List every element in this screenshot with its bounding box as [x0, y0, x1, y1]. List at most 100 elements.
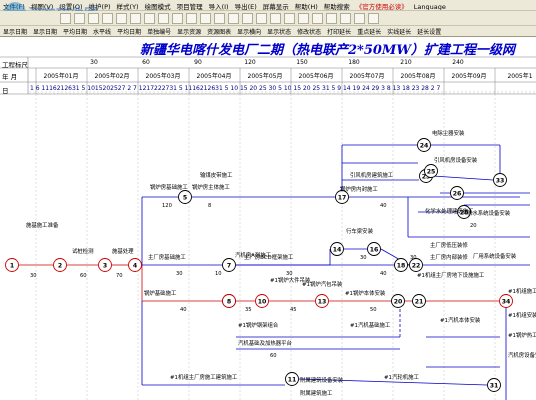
duration-label: 30 [360, 255, 367, 261]
node-number: 3 [103, 262, 107, 269]
activity-label: 主厂房内部装修 [430, 253, 468, 261]
node-number: 24 [420, 142, 429, 149]
node-number: 13 [318, 298, 327, 305]
menu-import[interactable]: 导入(I) [206, 0, 232, 10]
duration-label: 30 [286, 271, 293, 277]
menu-screen[interactable]: 屏幕显示 [260, 0, 292, 10]
duration-label: 60 [270, 353, 277, 359]
activity-label: 试桩检测 [72, 247, 94, 255]
activity-label: #1锅炉热工 [508, 331, 536, 339]
activity-label: 施基处理 [112, 247, 134, 255]
duration-label: 30 [176, 271, 183, 277]
menu-help-search[interactable]: 帮助搜索 [321, 0, 353, 10]
node-number: 16 [370, 246, 379, 253]
duration-label: 30 [410, 255, 417, 261]
node-number: 33 [496, 177, 505, 184]
activity-label: 电除尘器安装 [432, 129, 465, 137]
copy-icon[interactable] [130, 13, 141, 24]
activity-label: 锅炉房内封施工 [340, 185, 378, 193]
activity-label: 施基施工准备 [26, 221, 59, 229]
check-icon[interactable] [228, 13, 239, 24]
duration-label: 35 [245, 307, 252, 313]
activity-label: 主厂房低压装修 [430, 241, 468, 249]
text-icon[interactable] [284, 13, 295, 24]
cut-icon[interactable] [116, 13, 127, 24]
duration-label: 45 [290, 307, 297, 313]
menu-language[interactable]: Language [411, 2, 449, 10]
paste-icon[interactable] [144, 13, 155, 24]
activity-label: #1机组安装调试 [508, 311, 536, 319]
calendar-icon[interactable] [298, 13, 309, 24]
arrow-icon[interactable] [242, 13, 253, 24]
menu-export[interactable]: 导出(E) [232, 0, 260, 10]
network-diagram-canvas[interactable]: 新疆华电喀什发电厂二期（热电联产2*50MW）扩建工程一级网 工程标尺 年 月 … [0, 37, 536, 400]
menu-draw-mode[interactable]: 绘图模式 [142, 0, 174, 10]
undo-icon[interactable] [158, 13, 169, 24]
duration-label: 10 [215, 271, 222, 277]
grid-icon[interactable] [214, 13, 225, 24]
node-number: 18 [397, 262, 406, 269]
duration-label: 8 [208, 203, 211, 209]
toolbar-display-date-2[interactable]: 显示日期 [30, 26, 60, 36]
node-number: 21 [415, 298, 424, 305]
menu-project[interactable]: 项目管理 [174, 0, 206, 10]
toolbar-edit-status[interactable]: 修改状态 [294, 26, 324, 36]
toolbar-display-date[interactable]: 显示日期 [0, 26, 30, 36]
duration-label: 120 [162, 203, 172, 209]
toolbar-icons [0, 11, 536, 26]
toolbar-extend-settings[interactable]: 延长设置 [414, 26, 444, 36]
toolbar-avg-date[interactable]: 平均日期 [60, 26, 90, 36]
menu-help[interactable]: 帮助(H) [292, 0, 321, 10]
node-number: 1 [10, 262, 14, 269]
activity-label: #1汽轮机施工 [384, 373, 420, 381]
zoom-in-icon[interactable] [186, 13, 197, 24]
activity-label: 主厂房基础施工 [148, 253, 186, 261]
toolbar-solid-extend[interactable]: 实线延长 [384, 26, 414, 36]
help-icon[interactable] [368, 13, 379, 24]
network-diagram: 1234567810111314161718202122232425262831… [0, 56, 536, 400]
node-icon[interactable] [256, 13, 267, 24]
toolbar-resource-chart[interactable]: 资源图表 [204, 26, 234, 36]
activity-label: #1锅炉本体安装 [345, 289, 386, 297]
duration-label: 40 [180, 307, 187, 313]
toolbar-horizontal-line[interactable]: 水平线 [90, 26, 114, 36]
toolbar-display-options: 显示日期 显示日期 平均日期 水平线 平均日期 单独编号 显示资源 资源图表 显示横向 显示状态修… [0, 26, 536, 37]
toolbar-show-resource[interactable]: 显示资源 [174, 26, 204, 36]
activity-label: 附属建筑施工 [300, 389, 333, 397]
toolbar-print-extend[interactable]: 打印延长 [324, 26, 354, 36]
node-number: 25 [427, 168, 436, 175]
menu-style[interactable]: 样式(Y) [114, 0, 142, 10]
save-icon[interactable] [88, 13, 99, 24]
activity-label: #1锅炉钢架组合 [238, 321, 279, 329]
zoom-out-icon[interactable] [200, 13, 211, 24]
activity-label: 锅炉房基础施工 [150, 183, 188, 191]
activity-label: #1锅炉汽包吊装 [302, 280, 343, 288]
node-number: 10 [258, 298, 267, 305]
node-number: 14 [333, 246, 342, 253]
redo-icon[interactable] [172, 13, 183, 24]
activity-label: 汽机基础及加热器平台 [238, 339, 292, 347]
activity-label: 行车梁安装 [346, 227, 374, 235]
sort-icon[interactable] [326, 13, 337, 24]
toolbar-single-number[interactable]: 单独编号 [144, 26, 174, 36]
activity-label: #1机组施工 [508, 287, 536, 295]
node-number: 34 [502, 298, 511, 305]
toolbar-key-extend[interactable]: 重点延长 [354, 26, 384, 36]
settings-icon[interactable] [340, 13, 351, 24]
filter-icon[interactable] [312, 13, 323, 24]
toolbar-avg-date-2[interactable]: 平均日期 [114, 26, 144, 36]
node-number: 4 [133, 262, 138, 269]
node-number: 20 [394, 298, 403, 305]
open-icon[interactable] [74, 13, 85, 24]
print-icon[interactable] [102, 13, 113, 24]
node-number: 17 [338, 194, 347, 201]
link-icon[interactable] [270, 13, 281, 24]
chart-icon[interactable] [354, 13, 365, 24]
activity-arrow [432, 175, 494, 181]
new-icon[interactable] [60, 13, 71, 24]
duration-label: 70 [116, 273, 123, 279]
toolbar-show-status[interactable]: 显示状态 [264, 26, 294, 36]
duration-label: 40 [380, 203, 387, 209]
menu-promo[interactable]: 《官方使用必读》 [353, 0, 411, 10]
toolbar-show-horizontal[interactable]: 显示横向 [234, 26, 264, 36]
